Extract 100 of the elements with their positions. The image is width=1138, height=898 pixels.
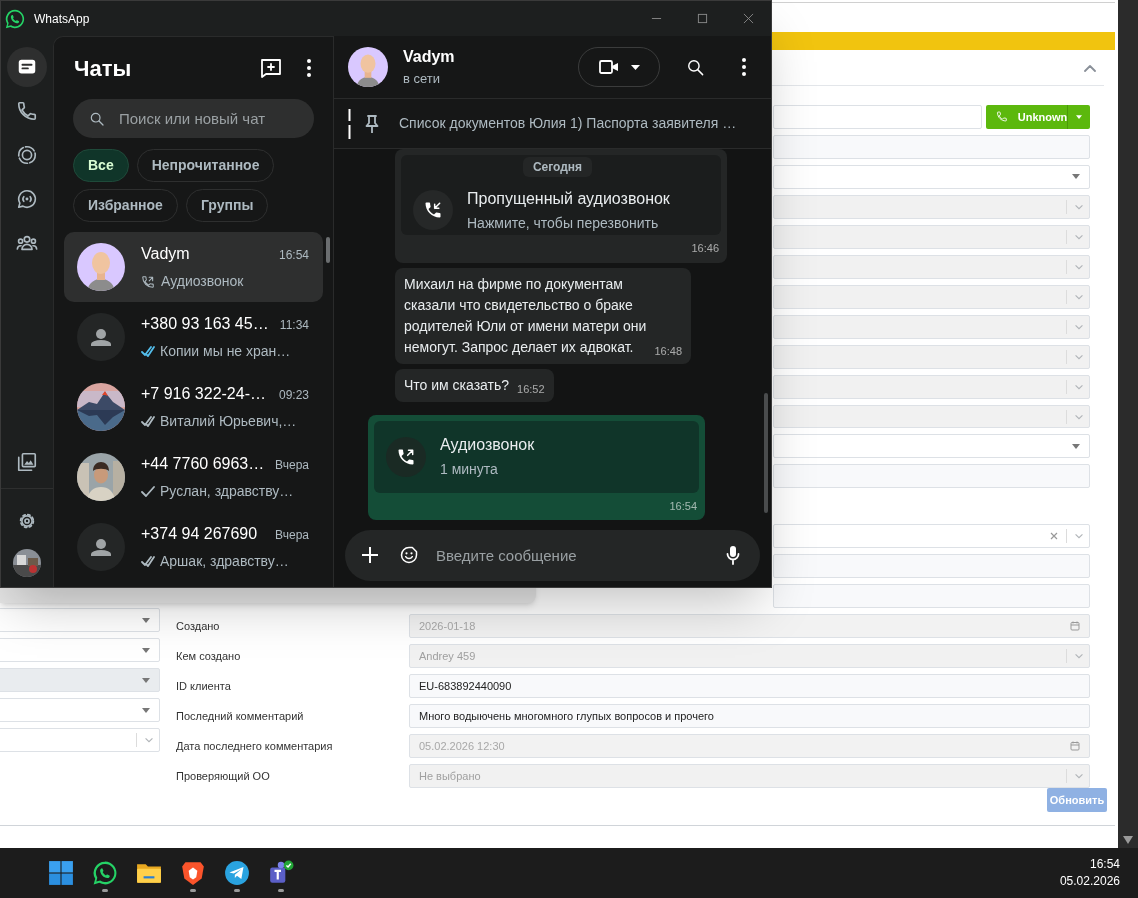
gallery-icon[interactable] — [16, 451, 38, 473]
select-field[interactable] — [0, 608, 160, 632]
field-label: Последний комментарий — [176, 708, 304, 724]
chat-list-item[interactable]: +44 7760 6963… Вчера Руслан, здравству… — [64, 442, 323, 512]
scrollbar-thumb[interactable] — [764, 393, 768, 513]
timestamp: 11:34 — [279, 317, 309, 334]
double-check-icon — [141, 346, 157, 357]
close-icon[interactable] — [742, 13, 754, 24]
microphone-icon[interactable] — [726, 544, 740, 565]
dropdown-arrow-icon — [142, 677, 150, 683]
menu-icon[interactable] — [742, 58, 746, 76]
select-field[interactable] — [773, 224, 1090, 249]
select-field[interactable] — [0, 668, 160, 692]
paper-plane-icon[interactable] — [224, 860, 250, 886]
clear-icon[interactable] — [1050, 532, 1058, 541]
people-icon[interactable] — [268, 860, 294, 886]
whatsapp-logo-icon[interactable] — [92, 860, 118, 886]
chevron-up-icon[interactable] — [1084, 63, 1096, 72]
caret-icon — [1076, 114, 1083, 119]
plus-icon[interactable] — [361, 545, 379, 564]
status-icon — [16, 144, 38, 166]
select-field[interactable] — [773, 374, 1090, 399]
input-field[interactable]: EU-683892440090 — [409, 674, 1090, 699]
field-label: Дата последнего комментария — [176, 738, 333, 754]
input-field[interactable] — [773, 105, 982, 129]
call-title: Аудиозвонок — [440, 435, 535, 455]
new-chat-icon[interactable] — [259, 56, 283, 80]
message-preview: Руслан, здравству… — [160, 482, 294, 501]
select-field[interactable] — [773, 254, 1090, 279]
outgoing-call-bubble[interactable]: Аудиозвонок 1 минута 16:54 — [368, 414, 705, 520]
contact-name: +380 93 163 45… — [141, 314, 269, 334]
avatar[interactable] — [348, 47, 388, 87]
input-field[interactable] — [773, 554, 1090, 579]
double-check-icon — [141, 556, 157, 567]
pin-icon — [365, 114, 379, 133]
select-field[interactable] — [773, 284, 1090, 309]
select-field[interactable] — [773, 524, 1090, 549]
calendar-icon — [1070, 621, 1080, 632]
search-field[interactable]: Поиск или новый чат — [73, 99, 314, 138]
call-title: Пропущенный аудиозвонок — [467, 188, 670, 209]
phone-icon — [16, 100, 38, 122]
rail-button[interactable] — [7, 47, 47, 87]
windows-logo-icon[interactable] — [48, 860, 74, 886]
input-field[interactable]: Много водыючень многомного глупых вопросов и прочего — [409, 704, 1090, 728]
chat-list-item[interactable]: Vadym 16:54 Аудиозвонок — [64, 232, 323, 302]
avatar — [77, 523, 125, 571]
search-icon[interactable] — [686, 57, 705, 77]
select-field[interactable] — [773, 404, 1090, 429]
chat-list-item[interactable]: +7 916 322-24-… 09:23 Виталий Юрьевич,… — [64, 372, 323, 442]
select-field[interactable] — [0, 728, 160, 752]
input-field[interactable] — [773, 134, 1090, 159]
window-title: WhatsApp — [34, 10, 90, 28]
double-check-icon — [141, 416, 157, 427]
sticker-icon[interactable] — [399, 544, 419, 565]
message-time: 16:54 — [669, 498, 697, 514]
select-field[interactable] — [0, 698, 160, 722]
menu-icon[interactable] — [307, 59, 311, 77]
select-field[interactable] — [773, 314, 1090, 339]
dropdown-arrow-icon — [142, 617, 150, 623]
clock[interactable]: 16:54 05.02.2026 — [1059, 856, 1138, 890]
select-field[interactable] — [773, 164, 1090, 189]
input-field[interactable] — [773, 584, 1090, 609]
filter-chip[interactable]: Все — [73, 149, 129, 182]
scroll-indicator-icon — [348, 108, 351, 139]
maximize-icon[interactable] — [696, 13, 708, 24]
select-field[interactable] — [773, 434, 1090, 459]
field-label: ID клиента — [176, 678, 231, 694]
date-label: Сегодня — [522, 157, 593, 177]
select-field[interactable] — [773, 194, 1090, 219]
call-detail: Нажмите, чтобы перезвонить — [467, 213, 660, 233]
pinned-message: Список документов Юлия 1) Паспорта заявителя … — [399, 114, 737, 133]
select-field[interactable] — [0, 638, 160, 662]
field-label: Кем создано — [176, 648, 241, 664]
contact-name: Vadym — [141, 244, 190, 264]
field-label: Проверяющий ОО — [176, 768, 270, 784]
calendar-icon — [1070, 741, 1080, 751]
message-input[interactable]: Введите сообщение — [345, 529, 760, 581]
timestamp: Вчера — [275, 527, 309, 544]
dropdown-arrow-icon — [142, 647, 150, 653]
scrollbar-thumb[interactable] — [326, 237, 330, 263]
shield-icon[interactable] — [180, 860, 206, 886]
caret-icon — [630, 64, 640, 70]
timestamp: 09:23 — [278, 387, 309, 404]
select-field[interactable] — [773, 344, 1090, 369]
message-preview: Виталий Юрьевич,… — [160, 412, 297, 431]
contact-name: +7 916 322-24-… — [141, 384, 266, 404]
contact-name: +44 7760 6963… — [141, 454, 265, 474]
scroll-down-icon — [1123, 836, 1133, 844]
call-icon — [141, 274, 155, 289]
timestamp: Вчера — [275, 457, 309, 474]
input-field[interactable] — [773, 464, 1090, 489]
channels-icon — [16, 188, 38, 210]
message-time: 16:52 — [517, 382, 545, 397]
chat-list-item[interactable]: +374 94 267690 Вчера Аршак, здравству… — [64, 512, 323, 582]
message-preview: Аудиозвонок — [161, 272, 244, 291]
whatsapp-logo-icon — [4, 7, 26, 30]
contact-name: Vadym — [403, 47, 455, 68]
search-icon — [89, 111, 105, 127]
chat-list-item[interactable]: +380 93 163 45… 11:34 Копии мы не хран… — [64, 302, 323, 372]
message-preview: Аршак, здравству… — [160, 552, 289, 571]
